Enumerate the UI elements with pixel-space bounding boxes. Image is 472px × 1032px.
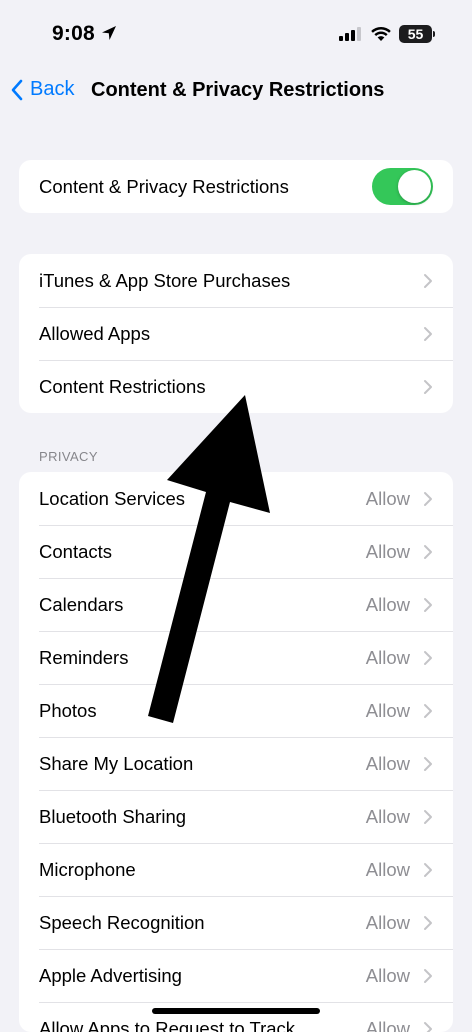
row-label: Content Restrictions <box>39 376 206 398</box>
toggle-label: Content & Privacy Restrictions <box>39 176 289 198</box>
row-label: Apple Advertising <box>39 965 182 987</box>
reminders-row[interactable]: Reminders Allow <box>19 631 453 684</box>
row-value: Allow <box>366 594 410 616</box>
chevron-right-icon <box>423 273 433 289</box>
content-privacy-toggle-row: Content & Privacy Restrictions <box>19 160 453 213</box>
row-label: Reminders <box>39 647 128 669</box>
cellular-signal-icon <box>339 27 361 41</box>
row-value: Allow <box>366 488 410 510</box>
chevron-right-icon <box>423 1021 433 1032</box>
row-label: Location Services <box>39 488 185 510</box>
row-value: Allow <box>366 965 410 987</box>
chevron-right-icon <box>423 809 433 825</box>
row-value: Allow <box>366 1018 410 1032</box>
row-label: Contacts <box>39 541 112 563</box>
apple-advertising-row[interactable]: Apple Advertising Allow <box>19 949 453 1002</box>
chevron-right-icon <box>423 597 433 613</box>
battery-icon: 55 <box>399 25 432 43</box>
allowed-apps-row[interactable]: Allowed Apps <box>19 307 453 360</box>
row-label: Microphone <box>39 859 136 881</box>
navigation-bar: Back Content & Privacy Restrictions <box>0 70 472 114</box>
row-value: Allow <box>366 859 410 881</box>
contacts-row[interactable]: Contacts Allow <box>19 525 453 578</box>
row-label: Share My Location <box>39 753 193 775</box>
master-toggle-group: Content & Privacy Restrictions <box>19 160 453 213</box>
chevron-right-icon <box>423 491 433 507</box>
microphone-row[interactable]: Microphone Allow <box>19 843 453 896</box>
row-label: iTunes & App Store Purchases <box>39 270 290 292</box>
back-label: Back <box>30 78 74 101</box>
row-value: Allow <box>366 647 410 669</box>
content-settings-group: iTunes & App Store Purchases Allowed App… <box>19 254 453 413</box>
itunes-app-store-purchases-row[interactable]: iTunes & App Store Purchases <box>19 254 453 307</box>
row-label: Photos <box>39 700 97 722</box>
content-restrictions-row[interactable]: Content Restrictions <box>19 360 453 413</box>
row-label: Bluetooth Sharing <box>39 806 186 828</box>
chevron-right-icon <box>423 703 433 719</box>
allow-apps-to-request-to-track-row[interactable]: Allow Apps to Request to Track Allow <box>19 1002 453 1032</box>
chevron-right-icon <box>423 379 433 395</box>
back-button[interactable]: Back <box>10 78 74 101</box>
speech-recognition-row[interactable]: Speech Recognition Allow <box>19 896 453 949</box>
row-label: Speech Recognition <box>39 912 205 934</box>
row-label: Allowed Apps <box>39 323 150 345</box>
chevron-right-icon <box>423 968 433 984</box>
wifi-icon <box>370 25 392 42</box>
row-label: Calendars <box>39 594 123 616</box>
chevron-right-icon <box>423 756 433 772</box>
privacy-section-header: PRIVACY <box>39 449 98 464</box>
page-title: Content & Privacy Restrictions <box>91 79 384 102</box>
battery-level: 55 <box>408 26 424 42</box>
photos-row[interactable]: Photos Allow <box>19 684 453 737</box>
content-privacy-toggle[interactable] <box>372 168 433 205</box>
chevron-right-icon <box>423 650 433 666</box>
privacy-settings-group: Location Services Allow Contacts Allow C… <box>19 472 453 1032</box>
row-value: Allow <box>366 912 410 934</box>
chevron-right-icon <box>423 326 433 342</box>
row-value: Allow <box>366 541 410 563</box>
location-services-row[interactable]: Location Services Allow <box>19 472 453 525</box>
status-time: 9:08 <box>52 22 95 46</box>
chevron-right-icon <box>423 862 433 878</box>
row-value: Allow <box>366 700 410 722</box>
row-value: Allow <box>366 806 410 828</box>
calendars-row[interactable]: Calendars Allow <box>19 578 453 631</box>
toggle-knob <box>398 170 431 203</box>
location-arrow-icon <box>101 25 117 41</box>
chevron-right-icon <box>423 544 433 560</box>
battery-tip <box>433 31 435 37</box>
row-value: Allow <box>366 753 410 775</box>
status-bar: 9:08 55 <box>0 0 472 60</box>
share-my-location-row[interactable]: Share My Location Allow <box>19 737 453 790</box>
chevron-right-icon <box>423 915 433 931</box>
chevron-left-icon <box>10 79 24 101</box>
row-label: Allow Apps to Request to Track <box>39 1018 295 1032</box>
home-indicator[interactable] <box>152 1008 320 1014</box>
bluetooth-sharing-row[interactable]: Bluetooth Sharing Allow <box>19 790 453 843</box>
